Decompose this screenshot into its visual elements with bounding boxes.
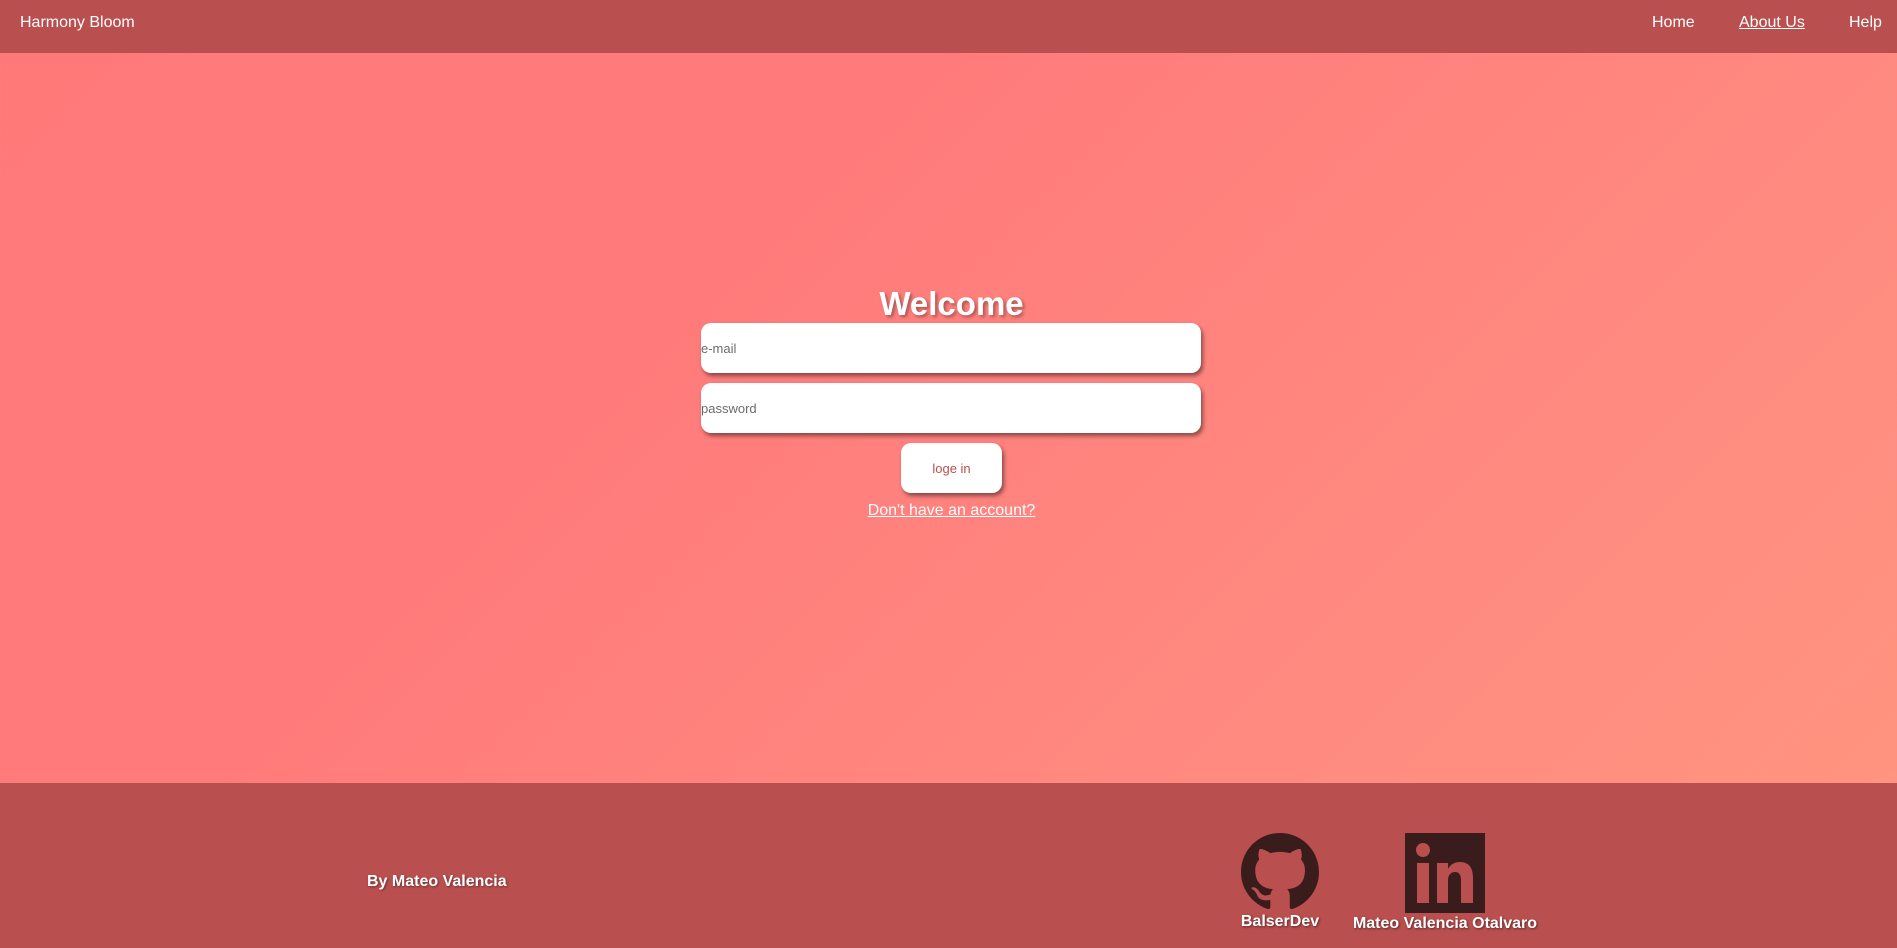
password-input[interactable] xyxy=(701,383,1201,433)
github-username[interactable]: BalserDev xyxy=(1240,913,1320,931)
top-navbar: Harmony Bloom Home About Us Help xyxy=(0,0,1897,53)
nav-link-about-us[interactable]: About Us xyxy=(1739,14,1805,32)
welcome-heading: Welcome xyxy=(879,285,1024,322)
signup-link-container: Don't have an account? xyxy=(0,502,1897,520)
login-button[interactable]: loge in xyxy=(901,443,1002,493)
github-link[interactable]: BalserDev xyxy=(1240,833,1320,931)
linkedin-link[interactable]: Mateo Valencia Otalvaro xyxy=(1350,833,1540,933)
email-input[interactable] xyxy=(701,323,1201,373)
linkedin-icon xyxy=(1405,833,1485,913)
author-byline: By Mateo Valencia xyxy=(367,873,507,890)
nav-link-home[interactable]: Home xyxy=(1652,14,1695,32)
linkedin-username[interactable]: Mateo Valencia Otalvaro xyxy=(1350,915,1540,933)
signup-link[interactable]: Don't have an account? xyxy=(868,502,1036,519)
nav-link-help[interactable]: Help xyxy=(1849,14,1882,32)
footer: By Mateo Valencia BalserDev Mateo Valenc… xyxy=(0,783,1897,948)
brand-name[interactable]: Harmony Bloom xyxy=(20,14,135,32)
github-icon xyxy=(1241,833,1319,910)
